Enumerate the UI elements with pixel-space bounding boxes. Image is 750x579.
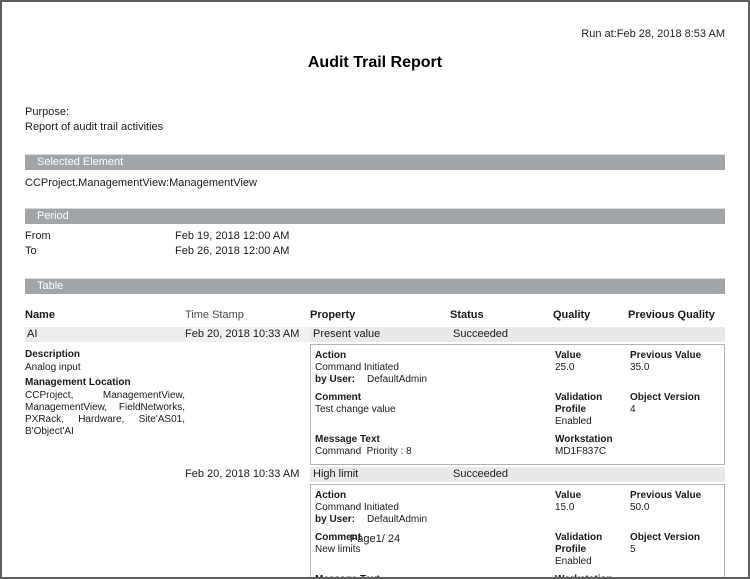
management-location-label: Management Location	[25, 376, 185, 389]
value-cell: Value 25.0	[551, 347, 626, 389]
comment-value: New limits	[315, 544, 549, 556]
value-label: Value	[555, 350, 624, 362]
table-row: Feb 20, 2018 10:33 AM Present value Succ…	[185, 327, 725, 465]
previous-value-cell: Previous Value 35.0	[626, 347, 724, 389]
empty-cell	[626, 571, 724, 579]
previous-value-cell: Previous Value 50.0	[626, 487, 724, 529]
previous-value-label: Previous Value	[630, 490, 722, 502]
table-section-header: Table	[25, 278, 725, 294]
workstation-value: MD1F837C	[555, 446, 624, 458]
workstation-cell: Workstation MD1F837C	[551, 431, 626, 461]
validation-profile-cell: Validation Profile Enabled	[551, 389, 626, 431]
entry-property-strip: Present value Succeeded	[310, 327, 725, 342]
entry-property: High limit	[313, 467, 453, 482]
run-at-timestamp: Run at:Feb 28, 2018 8:53 AM	[25, 28, 725, 40]
column-header-previous-quality: Previous Quality	[628, 309, 725, 321]
column-header-time-stamp: Time Stamp	[185, 309, 310, 321]
by-user-line: by User: DefaultAdmin	[315, 374, 549, 386]
value-value: 25.0	[555, 362, 624, 374]
message-text-label: Message Text	[315, 574, 549, 579]
object-version-value: 4	[630, 404, 722, 416]
by-user-value: DefaultAdmin	[367, 514, 427, 525]
value-cell: Value 15.0	[551, 487, 626, 529]
validation-profile-value: Enabled	[555, 416, 624, 428]
period-from-label: From	[25, 229, 175, 244]
object-version-cell: Object Version 4	[626, 389, 724, 431]
comment-cell: Comment Test change value	[311, 389, 551, 431]
object-version-value: 5	[630, 544, 722, 556]
workstation-cell: Workstation MD1F837C	[551, 571, 626, 579]
entry-status: Succeeded	[453, 467, 725, 482]
report-content: Run at:Feb 28, 2018 8:53 AM Audit Trail …	[2, 2, 748, 579]
workstation-label: Workstation	[555, 434, 624, 446]
previous-value-value: 50.0	[630, 502, 722, 514]
action-cell: Action Command Initiated by User: Default…	[311, 487, 551, 529]
selected-element-value: CCProject.ManagementView:ManagementView	[25, 177, 725, 189]
description-label: Description	[25, 348, 185, 361]
validation-profile-label: Validation Profile	[555, 392, 624, 416]
selected-element-section-header: Selected Element	[25, 154, 725, 170]
value-value: 15.0	[555, 502, 624, 514]
object-description-block: Description Analog input Management Loca…	[25, 348, 185, 438]
purpose-block: Purpose: Report of audit trail activitie…	[25, 105, 725, 135]
comment-value: Test change value	[315, 404, 549, 416]
period-to-label: To	[25, 244, 175, 259]
column-header-status: Status	[450, 309, 553, 321]
period-from-value: Feb 19, 2018 12:00 AM	[175, 229, 289, 244]
column-header-name: Name	[25, 309, 185, 321]
entry-detail-box: Action Command Initiated by User: Default…	[310, 484, 725, 579]
table-row: Feb 20, 2018 10:33 AM High limit Succeed…	[185, 467, 725, 579]
management-location-value: CCProject, ManagementView, ManagementVie…	[25, 390, 185, 438]
by-user-line: by User: DefaultAdmin	[315, 514, 549, 526]
validation-profile-value: Enabled	[555, 556, 624, 568]
description-value: Analog input	[25, 361, 185, 374]
report-page: Run at:Feb 28, 2018 8:53 AM Audit Trail …	[0, 0, 750, 579]
period-to-value: Feb 26, 2018 12:00 AM	[175, 244, 289, 259]
period-to-row: To Feb 26, 2018 12:00 AM	[25, 244, 725, 259]
message-text-cell: Message Text Change	[311, 571, 551, 579]
entry-property-strip: High limit Succeeded	[310, 467, 725, 482]
entry-property-block: High limit Succeeded Action Command Init…	[310, 467, 725, 579]
period-section-header: Period	[25, 208, 725, 224]
object-name: AI	[25, 327, 185, 342]
page-number: Page1/ 24	[2, 533, 748, 545]
entry-status: Succeeded	[453, 327, 725, 342]
entry-property-block: Present value Succeeded Action Command I…	[310, 327, 725, 465]
message-text-value: Command Priority : 8	[315, 446, 549, 458]
period-from-row: From Feb 19, 2018 12:00 AM	[25, 229, 725, 244]
value-label: Value	[555, 490, 624, 502]
action-value: Command Initiated	[315, 502, 549, 514]
entry-timestamp: Feb 20, 2018 10:33 AM	[185, 327, 310, 342]
purpose-text: Report of audit trail activities	[25, 120, 725, 135]
comment-label: Comment	[315, 392, 549, 404]
action-label: Action	[315, 350, 549, 362]
previous-value-value: 35.0	[630, 362, 722, 374]
by-user-label: by User:	[315, 514, 355, 525]
entry-detail-box: Action Command Initiated by User: Default…	[310, 344, 725, 465]
object-version-label: Object Version	[630, 392, 722, 404]
by-user-label: by User:	[315, 374, 355, 385]
workstation-label: Workstation	[555, 574, 624, 579]
empty-cell	[626, 431, 724, 461]
entry-property: Present value	[313, 327, 453, 342]
entry-timestamp: Feb 20, 2018 10:33 AM	[185, 467, 310, 482]
action-cell: Action Command Initiated by User: Default…	[311, 347, 551, 389]
column-header-quality: Quality	[553, 309, 628, 321]
action-label: Action	[315, 490, 549, 502]
table-header-row: Name Time Stamp Property Status Quality …	[25, 309, 725, 325]
previous-value-label: Previous Value	[630, 350, 722, 362]
by-user-value: DefaultAdmin	[367, 374, 427, 385]
message-text-cell: Message Text Command Priority : 8	[311, 431, 551, 461]
message-text-label: Message Text	[315, 434, 549, 446]
page-title: Audit Trail Report	[25, 54, 725, 72]
period-block: From Feb 19, 2018 12:00 AM To Feb 26, 20…	[25, 229, 725, 259]
action-value: Command Initiated	[315, 362, 549, 374]
column-header-property: Property	[310, 309, 450, 321]
purpose-label: Purpose:	[25, 105, 725, 120]
